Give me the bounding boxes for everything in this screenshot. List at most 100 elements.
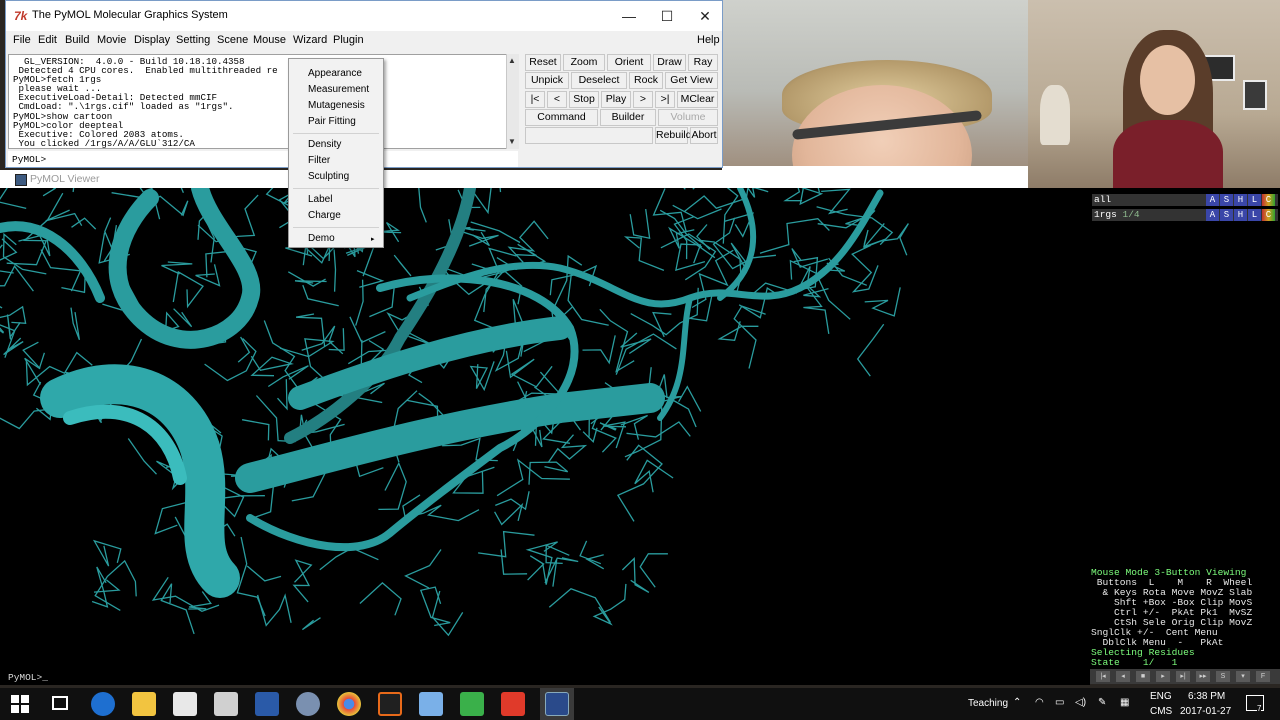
chrome-browser-icon[interactable] [337,692,361,716]
object-row-all[interactable]: all A S H L C [1092,194,1278,206]
menu-scene[interactable]: Scene [217,34,248,46]
menu-display[interactable]: Display [134,34,170,46]
action-button[interactable]: A [1206,209,1219,221]
object-row-1rgs[interactable]: 1rgs 1/4 A S H L C [1092,209,1278,221]
edge-browser-icon[interactable] [91,692,115,716]
menu-item-charge[interactable]: Charge [308,210,341,221]
get-view-button[interactable]: Get View [665,72,718,89]
clock-date[interactable]: 2017-01-27 [1180,706,1231,717]
stop-button[interactable]: Stop [569,91,599,108]
close-icon[interactable]: ✕ [686,1,724,31]
movie-control-button[interactable]: ◂ [1116,671,1130,682]
last-frame-button[interactable]: >| [655,91,675,108]
color-button[interactable]: C [1262,209,1275,221]
minimize-icon[interactable]: — [610,1,648,31]
menu-build[interactable]: Build [65,34,89,46]
menu-item-appearance[interactable]: Appearance [308,68,362,79]
prev-frame-button[interactable]: < [547,91,567,108]
builder-button[interactable]: Builder [600,109,656,126]
bond-stick [72,188,75,193]
toolbar-label-teaching[interactable]: Teaching [968,698,1008,709]
output-console[interactable]: GL_VERSION: 4.0.0 - Build 10.18.10.4358 … [8,54,518,149]
command-input[interactable] [8,151,518,167]
scroll-down-icon[interactable]: ▼ [506,136,518,148]
command-button[interactable]: Command [525,109,598,126]
notepad-icon[interactable] [419,692,443,716]
movie-control-button[interactable]: S [1216,671,1230,682]
clock-time[interactable]: 6:38 PM [1188,691,1225,702]
orient-button[interactable]: Orient [607,54,651,71]
menu-item-demo[interactable]: Demo [308,233,335,244]
rock-button[interactable]: Rock [629,72,663,89]
chevron-up-icon[interactable]: ⌃ [1013,697,1021,708]
zoom-button[interactable]: Zoom [563,54,605,71]
movie-control-button[interactable]: ▾ [1236,671,1250,682]
menu-item-label[interactable]: Label [308,194,332,205]
camtasia-green-icon[interactable] [460,692,484,716]
show-button[interactable]: S [1220,209,1233,221]
console-scrollbar[interactable] [506,54,519,149]
movie-control-button[interactable]: ■ [1136,671,1150,682]
color-button[interactable]: C [1262,194,1275,206]
hide-button[interactable]: H [1234,194,1247,206]
molecule-viewport[interactable] [0,188,1090,670]
menu-item-density[interactable]: Density [308,139,341,150]
menu-help[interactable]: Help [697,34,720,46]
unpick-button[interactable]: Unpick [525,72,569,89]
menu-wizard[interactable]: Wizard [293,34,327,46]
draw-button[interactable]: Draw [653,54,686,71]
network-icon[interactable]: ◠ [1035,697,1044,708]
action-button[interactable]: A [1206,194,1219,206]
movie-control-button[interactable]: F [1256,671,1270,682]
deselect-button[interactable]: Deselect [571,72,627,89]
viewer-command-bar[interactable] [0,670,1090,685]
bond-stick [507,220,549,263]
menu-item-filter[interactable]: Filter [308,155,330,166]
menu-mouse[interactable]: Mouse [253,34,286,46]
menu-setting[interactable]: Setting [176,34,210,46]
abort-button[interactable]: Abort [690,127,718,144]
menu-item-mutagenesis[interactable]: Mutagenesis [308,100,365,111]
hide-button[interactable]: H [1234,209,1247,221]
file-explorer-icon[interactable] [132,692,156,716]
screen-recorder-icon[interactable] [378,692,402,716]
task-view-icon[interactable] [52,696,68,710]
next-frame-button[interactable]: > [633,91,653,108]
first-frame-button[interactable]: |< [525,91,545,108]
menu-item-pair-fitting[interactable]: Pair Fitting [308,116,356,127]
mclear-button[interactable]: MClear [677,91,718,108]
media-player-icon[interactable] [255,692,279,716]
movie-control-button[interactable]: ▸ [1156,671,1170,682]
movie-control-button[interactable]: |◂ [1096,671,1110,682]
language-indicator[interactable]: ENG [1150,691,1172,702]
movie-control-button[interactable]: ▸▸ [1196,671,1210,682]
scroll-up-icon[interactable]: ▲ [506,55,518,67]
movie-control-button[interactable]: ▸| [1176,671,1190,682]
menu-item-sculpting[interactable]: Sculpting [308,171,349,182]
label-button[interactable]: L [1248,209,1261,221]
volume-icon[interactable]: ◁) [1075,697,1086,708]
calculator-icon[interactable] [214,692,238,716]
show-button[interactable]: S [1220,194,1233,206]
battery-icon[interactable]: ▭ [1055,697,1064,708]
settings-gear-icon[interactable] [296,692,320,716]
menu-movie[interactable]: Movie [97,34,126,46]
rebuild-button[interactable]: Rebuild [655,127,692,144]
camtasia-recorder-icon[interactable] [501,692,525,716]
ime-indicator[interactable]: CMS [1150,706,1172,717]
pen-icon[interactable]: ✎ [1098,697,1106,708]
menu-file[interactable]: File [13,34,31,46]
reset-button[interactable]: Reset [525,54,561,71]
menu-edit[interactable]: Edit [38,34,57,46]
windows-start-icon[interactable] [11,695,29,713]
play-button[interactable]: Play [601,91,631,108]
maximize-icon[interactable]: ☐ [648,1,686,31]
menu-item-measurement[interactable]: Measurement [308,84,369,95]
title-bar[interactable]: 7k The PyMOL Molecular Graphics System —… [6,1,722,31]
store-icon[interactable] [173,692,197,716]
menu-plugin[interactable]: Plugin [333,34,364,46]
ray-button[interactable]: Ray [688,54,718,71]
keyboard-icon[interactable]: ▦ [1120,697,1129,708]
volume-button[interactable]: Volume [658,109,718,126]
label-button[interactable]: L [1248,194,1261,206]
